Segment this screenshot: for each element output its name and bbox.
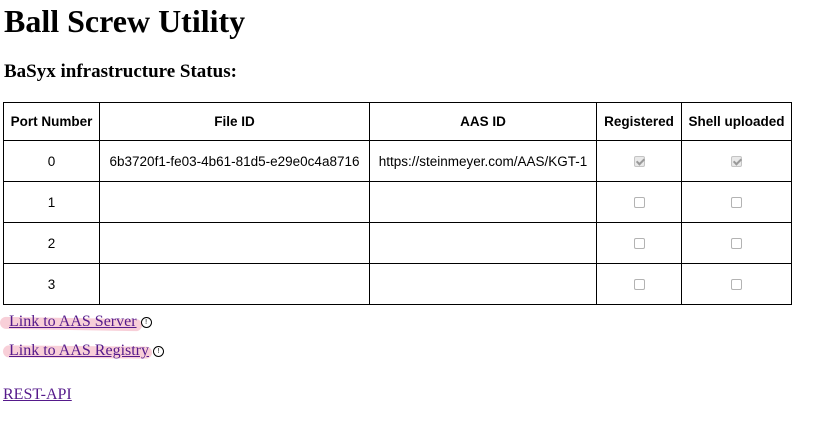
table-row: 1 [3, 181, 792, 223]
aas-registry-link[interactable]: Link to AAS Registry [9, 342, 149, 359]
shell-uploaded-cell [681, 181, 792, 223]
section-title: BaSyx infrastructure Status: [4, 61, 237, 82]
aas-id-cell [369, 181, 597, 223]
info-icon[interactable]: ! [153, 346, 165, 357]
table-header-row: Port Number File ID AAS ID Registered Sh… [3, 102, 792, 141]
shell-uploaded-cell [681, 222, 792, 264]
file-id-cell: 6b3720f1-fe03-4b61-81d5-e29e0c4a8716 [99, 140, 370, 182]
status-table: Port Number File ID AAS ID Registered Sh… [3, 102, 792, 305]
registered-cell [596, 263, 682, 305]
registered-checkbox[interactable] [633, 197, 645, 209]
registered-checkbox[interactable] [633, 238, 645, 250]
aas-server-link[interactable]: Link to AAS Server [9, 313, 137, 330]
header-file-id: File ID [99, 102, 370, 141]
file-id-cell [99, 222, 370, 264]
shell-uploaded-cell [681, 140, 792, 182]
aas-registry-link-row: Link to AAS Registry! [4, 342, 165, 360]
aas-id-cell [369, 222, 597, 264]
header-port-number: Port Number [3, 102, 100, 141]
shell-uploaded-cell [681, 263, 792, 305]
aas-id-cell [369, 263, 597, 305]
header-aas-id: AAS ID [369, 102, 597, 141]
registered-cell [596, 222, 682, 264]
port-cell: 2 [3, 222, 100, 264]
port-cell: 1 [3, 181, 100, 223]
aas-server-link-row: Link to AAS Server! [4, 313, 152, 331]
port-cell: 0 [3, 140, 100, 182]
registered-cell [596, 140, 682, 182]
aas-id-cell: https://steinmeyer.com/AAS/KGT-1 [369, 140, 597, 182]
table-row: 2 [3, 222, 792, 264]
rest-api-link[interactable]: REST-API [3, 386, 72, 404]
table-row: 3 [3, 263, 792, 305]
shell-uploaded-checkbox[interactable] [731, 197, 742, 209]
port-cell: 3 [3, 263, 100, 305]
shell-uploaded-checkbox[interactable] [731, 156, 742, 168]
shell-uploaded-checkbox[interactable] [731, 279, 742, 291]
registered-checkbox[interactable] [633, 156, 645, 168]
registered-checkbox[interactable] [633, 279, 645, 291]
page-title: Ball Screw Utility [4, 3, 246, 39]
info-icon[interactable]: ! [140, 317, 152, 328]
header-shell-uploaded: Shell uploaded [681, 102, 792, 141]
shell-uploaded-checkbox[interactable] [731, 238, 742, 250]
registered-cell [596, 181, 682, 223]
header-registered: Registered [596, 102, 682, 141]
file-id-cell [99, 263, 370, 305]
file-id-cell [99, 181, 370, 223]
table-row: 0 6b3720f1-fe03-4b61-81d5-e29e0c4a8716 h… [3, 140, 792, 182]
